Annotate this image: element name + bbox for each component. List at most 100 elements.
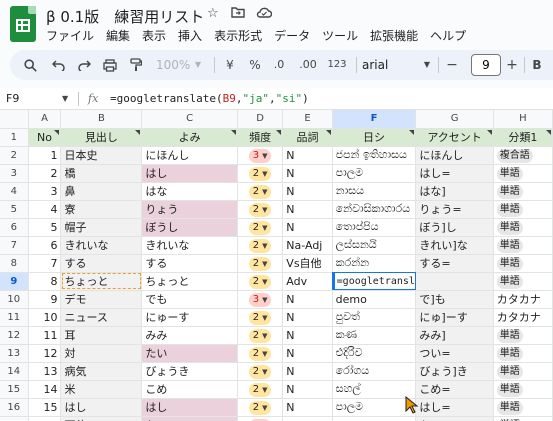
column-header-g[interactable]: G — [415, 110, 494, 129]
frequency-cell[interactable]: 2 ▼ — [237, 236, 284, 255]
print-icon[interactable] — [102, 50, 118, 80]
category-chip[interactable]: 単語 — [496, 166, 523, 181]
redo-icon[interactable] — [76, 50, 92, 80]
accent-cell[interactable]: にほんし — [415, 146, 494, 165]
decrease-decimal-button[interactable]: .0 — [268, 50, 290, 80]
no-cell[interactable]: 8 — [28, 272, 62, 291]
row-header[interactable]: 9 — [0, 272, 29, 291]
pos-cell[interactable]: N — [282, 344, 333, 363]
yomi-cell[interactable]: みみ — [141, 326, 238, 345]
zoom-select[interactable]: 100% — [156, 50, 190, 80]
pos-cell[interactable]: N — [282, 398, 333, 417]
row-header[interactable]: 3 — [0, 164, 29, 183]
increase-decimal-button[interactable]: .00 — [295, 50, 321, 80]
row-header[interactable]: 10 — [0, 290, 29, 309]
accent-cell[interactable]: みみ] — [415, 326, 494, 345]
paint-format-icon[interactable] — [128, 50, 144, 80]
no-cell[interactable]: 10 — [28, 308, 62, 327]
sinhala-cell[interactable]: පාලම — [332, 164, 417, 183]
column-header-e[interactable]: E — [282, 110, 333, 129]
yomi-cell[interactable]: する — [141, 254, 238, 273]
sinhala-cell[interactable]: සහල් — [332, 380, 417, 399]
accent-cell[interactable]: にゅ]ーす — [415, 308, 494, 327]
column-header-d[interactable]: D — [237, 110, 284, 129]
frequency-chip[interactable]: 2 ▼ — [248, 256, 272, 271]
frequency-cell[interactable]: 2 ▼ — [237, 308, 284, 327]
category-cell[interactable]: 単語 — [493, 236, 553, 255]
number-format-button[interactable]: 123 — [326, 50, 348, 80]
frequency-chip[interactable]: 2 ▼ — [248, 238, 272, 253]
header-cell[interactable]: 頻度 — [237, 128, 284, 147]
sheets-logo-icon[interactable] — [10, 6, 36, 42]
category-chip[interactable]: 単語 — [496, 400, 523, 415]
name-box-caret-icon[interactable]: ▼ — [62, 88, 68, 110]
row-header[interactable]: 17 — [0, 416, 29, 421]
menu-help[interactable]: ヘルプ — [430, 27, 472, 44]
frequency-chip[interactable]: 2 ▼ — [248, 274, 272, 289]
frequency-chip[interactable]: 2 ▼ — [248, 382, 272, 397]
frequency-chip[interactable]: 3▼ — [248, 148, 272, 163]
header-cell[interactable]: 見出し — [60, 128, 143, 147]
accent-cell[interactable]: はな] — [415, 182, 494, 201]
undo-icon[interactable] — [50, 50, 66, 80]
word-cell[interactable]: ちょっと — [60, 272, 143, 291]
font-select[interactable]: arial — [362, 54, 418, 76]
word-cell[interactable]: はし — [60, 398, 143, 417]
menu-insert[interactable]: 挿入 — [178, 27, 208, 44]
yomi-cell[interactable]: こめ — [141, 380, 238, 399]
category-chip[interactable]: 単語 — [496, 202, 523, 217]
word-cell[interactable]: 対 — [60, 344, 143, 363]
frequency-chip[interactable]: 2 ▼ — [248, 310, 272, 325]
pos-cell[interactable]: N — [282, 182, 333, 201]
yomi-cell[interactable]: かい — [141, 416, 238, 421]
accent-cell[interactable]: りょう= — [415, 200, 494, 219]
pos-cell[interactable]: N — [282, 362, 333, 381]
yomi-cell[interactable]: びょうき — [141, 362, 238, 381]
sinhala-cell[interactable]: පහළ — [332, 416, 417, 421]
menu-edit[interactable]: 編集 — [106, 27, 136, 44]
no-cell[interactable]: 5 — [28, 218, 62, 237]
row-header[interactable]: 4 — [0, 182, 29, 201]
name-box[interactable]: F9 — [6, 88, 19, 110]
frequency-cell[interactable]: 2 ▼ — [237, 272, 284, 291]
frequency-cell[interactable]: 2 ▼ — [237, 254, 284, 273]
pos-cell[interactable]: N — [282, 380, 333, 399]
category-chip[interactable]: 単語 — [496, 382, 523, 397]
word-cell[interactable]: 橋 — [60, 164, 143, 183]
row-header[interactable]: 2 — [0, 146, 29, 165]
category-cell[interactable]: 単語 — [493, 362, 553, 381]
category-cell[interactable]: 単語 — [493, 164, 553, 183]
pos-cell[interactable]: N — [282, 308, 333, 327]
frequency-chip[interactable]: 2 ▼ — [248, 364, 272, 379]
category-cell[interactable]: 単語 — [493, 182, 553, 201]
yomi-cell[interactable]: りょう — [141, 200, 238, 219]
frequency-cell[interactable]: 3▼ — [237, 290, 284, 309]
pos-cell[interactable]: Vs自他 — [282, 254, 333, 273]
no-cell[interactable]: 2 — [28, 164, 62, 183]
pos-cell[interactable]: N — [282, 146, 333, 165]
increase-font-size-button[interactable]: + — [504, 50, 520, 80]
word-cell[interactable]: 耳 — [60, 326, 143, 345]
category-cell[interactable]: カタカナ — [493, 308, 553, 327]
frequency-cell[interactable]: 3▼ — [237, 146, 284, 165]
yomi-cell[interactable]: はな — [141, 182, 238, 201]
category-cell[interactable]: 単語 — [493, 398, 553, 417]
category-chip[interactable]: 複合語 — [496, 148, 533, 163]
yomi-cell[interactable]: はし — [141, 164, 238, 183]
pos-cell[interactable]: Na-Adj — [282, 236, 333, 255]
select-all-corner[interactable] — [0, 110, 29, 129]
category-chip[interactable]: 単語 — [496, 274, 523, 289]
cell-formula-editor[interactable]: =googletranslate(B9,"ja","si") — [332, 272, 415, 289]
column-header-b[interactable]: B — [60, 110, 143, 129]
no-cell[interactable]: 16 — [28, 416, 62, 421]
frequency-cell[interactable]: 2 ▼ — [237, 380, 284, 399]
column-header-h[interactable]: H — [493, 110, 553, 129]
sinhala-cell[interactable]: ලස්සනයි — [332, 236, 417, 255]
sinhala-cell[interactable]: ජපන් ඉතිහාසය — [332, 146, 417, 165]
sinhala-cell[interactable]: කණ — [332, 326, 417, 345]
category-cell[interactable]: 単語 — [493, 272, 553, 291]
sinhala-cell[interactable]: පාලම — [332, 398, 417, 417]
word-cell[interactable]: きれいな — [60, 236, 143, 255]
yomi-cell[interactable]: はし — [141, 398, 238, 417]
word-cell[interactable]: ニュース — [60, 308, 143, 327]
